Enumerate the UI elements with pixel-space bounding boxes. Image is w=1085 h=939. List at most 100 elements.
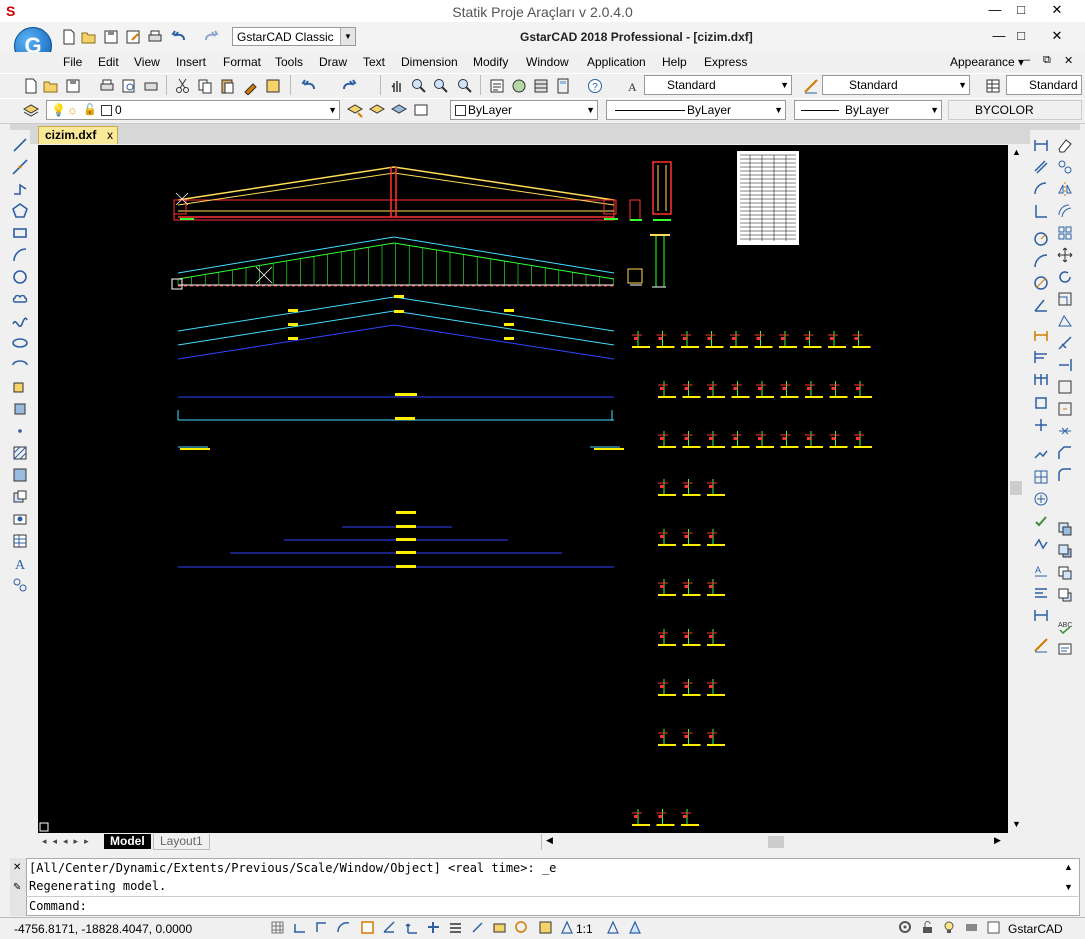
mdi-restore-button[interactable]: ⧉: [1043, 54, 1051, 67]
isolate-objects-icon[interactable]: [942, 920, 957, 935]
snap-grid-icon[interactable]: [270, 920, 285, 935]
layout-nav-arrows[interactable]: ◂◂◂▸▸: [42, 836, 95, 847]
table-style-dropdown[interactable]: Standard: [1006, 75, 1082, 95]
document-tab-close-icon[interactable]: x: [107, 127, 113, 144]
save-as-icon[interactable]: [124, 28, 142, 46]
calculator-icon[interactable]: [554, 77, 572, 95]
scale-icon[interactable]: [1056, 290, 1074, 308]
zoom-realtime-icon[interactable]: [410, 77, 428, 95]
object-snap-icon[interactable]: [360, 920, 375, 935]
menu-express[interactable]: Express: [704, 55, 747, 69]
table-style-icon[interactable]: [984, 77, 1002, 95]
ortho-icon[interactable]: [314, 920, 329, 935]
find-replace-icon[interactable]: [1056, 640, 1074, 658]
menu-window[interactable]: Window: [526, 55, 569, 69]
lineweight-display-icon[interactable]: [448, 920, 463, 935]
break-at-point-icon[interactable]: [1056, 378, 1074, 396]
line-icon[interactable]: [11, 136, 29, 154]
tb-preview-icon[interactable]: [120, 77, 138, 95]
dim-linear-icon[interactable]: [1032, 136, 1050, 154]
menu-file[interactable]: File: [63, 55, 82, 69]
draworder-above-icon[interactable]: [1056, 564, 1074, 582]
dim-style-dropdown[interactable]: Standard ▼: [822, 75, 970, 95]
dim-diameter-icon[interactable]: [1032, 274, 1050, 292]
grid-display-icon[interactable]: [292, 920, 307, 935]
move-icon[interactable]: [1056, 246, 1074, 264]
copy-object-icon[interactable]: [1056, 158, 1074, 176]
dim-jogline-icon[interactable]: [1032, 606, 1050, 624]
dim-style-icon[interactable]: [802, 77, 820, 95]
make-current-layer-icon[interactable]: [346, 101, 364, 119]
menu-tools[interactable]: Tools: [275, 55, 303, 69]
menu-edit[interactable]: Edit: [98, 55, 119, 69]
gradient-icon[interactable]: [11, 466, 29, 484]
model-space-icon[interactable]: [538, 920, 553, 935]
app-close-button[interactable]: ✕: [1040, 26, 1074, 46]
extend-icon[interactable]: [1056, 356, 1074, 374]
mirror-icon[interactable]: [1056, 180, 1074, 198]
dim-text-edit-icon[interactable]: [1032, 584, 1050, 602]
dim-space-icon[interactable]: [1032, 394, 1050, 412]
dim-break-icon[interactable]: [1032, 416, 1050, 434]
layer-manager-icon[interactable]: [22, 101, 40, 119]
command-prompt[interactable]: Command:: [29, 899, 87, 913]
redo-icon[interactable]: [202, 28, 220, 46]
dim-angular-icon[interactable]: [1032, 296, 1050, 314]
menu-dimension[interactable]: Dimension: [401, 55, 458, 69]
block-editor-icon[interactable]: [264, 77, 282, 95]
command-scroll-down-icon[interactable]: ▼: [1064, 882, 1073, 892]
properties-icon[interactable]: [488, 77, 506, 95]
outer-close-button[interactable]: ✕: [1040, 0, 1074, 20]
scroll-down-icon[interactable]: ▼: [1012, 819, 1021, 829]
chamfer-icon[interactable]: [1056, 444, 1074, 462]
undo-icon[interactable]: [170, 28, 188, 46]
annotation-scale-icon[interactable]: [560, 920, 575, 935]
menu-text[interactable]: Text: [363, 55, 385, 69]
polygon-icon[interactable]: [11, 202, 29, 220]
print-icon[interactable]: [146, 28, 164, 46]
dim-style-side-icon[interactable]: [1032, 636, 1050, 654]
annotation-scale-value[interactable]: 1:1: [576, 922, 593, 936]
mtext-icon[interactable]: A: [11, 554, 29, 573]
command-close-icon[interactable]: ✕: [13, 862, 21, 873]
coordinates-readout[interactable]: -4756.8171, -18828.4047, 0.0000: [14, 922, 192, 936]
text-style-dropdown[interactable]: Standard ▼: [644, 75, 792, 95]
tb-new-icon[interactable]: [22, 77, 40, 95]
linetype-dropdown[interactable]: ByLayer ▼: [606, 100, 786, 120]
wipeout-icon[interactable]: [11, 510, 29, 528]
copy-icon[interactable]: [196, 77, 214, 95]
spline-icon[interactable]: [11, 312, 29, 330]
dynamic-input-icon[interactable]: [426, 920, 441, 935]
dim-jogged-icon[interactable]: [1032, 252, 1050, 270]
horizontal-scrollbar[interactable]: ◀ ▶: [541, 834, 1009, 850]
rotate-icon[interactable]: [1056, 268, 1074, 286]
match-properties-icon[interactable]: [242, 77, 260, 96]
menu-view[interactable]: View: [134, 55, 160, 69]
draworder-below-icon[interactable]: [1056, 586, 1074, 604]
dim-radius-icon[interactable]: [1032, 230, 1050, 248]
ellipse-icon[interactable]: [11, 334, 29, 352]
add-selected-icon[interactable]: [11, 576, 29, 594]
text-style-icon[interactable]: A: [624, 77, 642, 95]
help-icon[interactable]: ?: [586, 77, 604, 95]
offset-icon[interactable]: [1056, 202, 1074, 220]
arc-icon[interactable]: [11, 246, 29, 264]
array-icon[interactable]: [1056, 224, 1074, 242]
tool-palettes-icon[interactable]: [532, 77, 550, 95]
region-icon[interactable]: [11, 488, 29, 506]
transparency-icon[interactable]: [470, 920, 485, 935]
color-dropdown[interactable]: ByLayer ▼: [450, 100, 598, 120]
tb-save-icon[interactable]: [64, 77, 82, 95]
design-center-icon[interactable]: [510, 77, 528, 95]
polyline-icon[interactable]: [11, 180, 29, 198]
selection-cycling-icon[interactable]: [514, 920, 529, 935]
dim-arc-icon[interactable]: [1032, 180, 1050, 198]
tab-model[interactable]: Model: [104, 834, 151, 849]
point-icon[interactable]: [11, 422, 29, 440]
dim-ordinate-icon[interactable]: [1032, 202, 1050, 220]
menu-help[interactable]: Help: [662, 55, 687, 69]
draworder-back-icon[interactable]: [1056, 542, 1074, 560]
auto-scale-icon[interactable]: [628, 920, 643, 935]
clean-screen-icon[interactable]: [986, 920, 1001, 935]
outer-maximize-button[interactable]: □: [1004, 0, 1038, 20]
